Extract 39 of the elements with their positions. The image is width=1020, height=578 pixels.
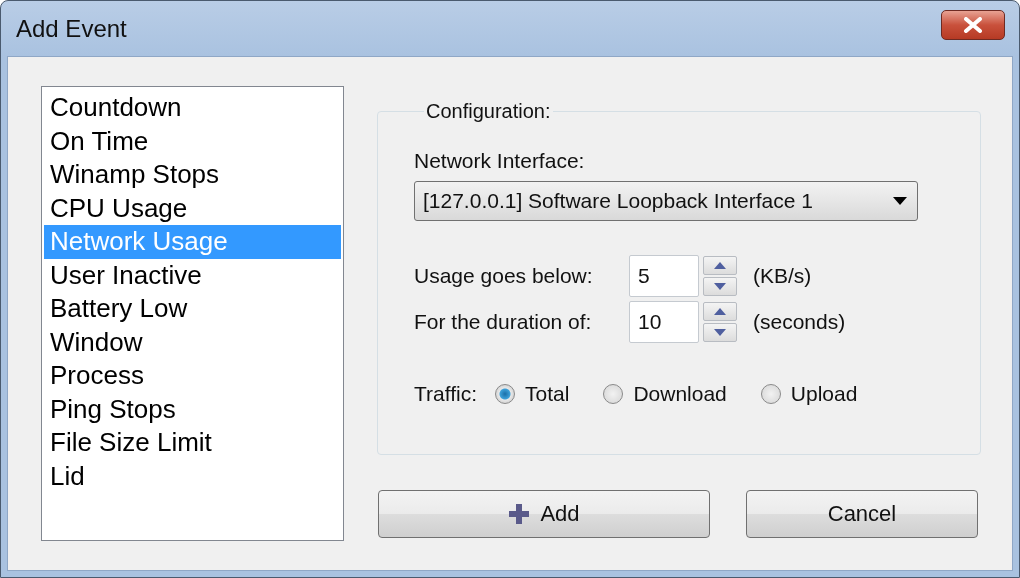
group-legend: Configuration: [424,100,553,123]
add-button[interactable]: Add [378,490,710,538]
number-field[interactable]: 5 [629,255,699,297]
spin-up-button[interactable] [703,256,737,275]
event-list-item[interactable]: File Size Limit [44,426,341,460]
up-arrow-icon [714,308,726,315]
spin-down-button[interactable] [703,323,737,342]
event-list-item[interactable]: Window [44,325,341,359]
field-label: Traffic: [414,382,477,406]
event-list-item[interactable]: Winamp Stops [44,158,341,192]
window-title: Add Event [16,14,127,43]
down-arrow-icon [714,283,726,290]
unit-label: (seconds) [753,310,846,334]
number-field[interactable]: 10 [629,301,699,343]
field-label: Network Interface: [414,149,586,173]
unit-label: (KB/s) [753,264,812,288]
up-arrow-icon [714,262,726,269]
field-label: Usage goes below: [414,264,594,288]
radio-option[interactable]: Download [603,382,727,406]
close-icon [963,16,983,33]
caret-icon [893,197,907,205]
event-list-item[interactable]: CPU Usage [44,191,341,225]
spin-down-button[interactable] [703,277,737,296]
down-arrow-icon [714,329,726,336]
radio-option[interactable]: Upload [760,382,858,406]
field-label: For the duration of: [414,310,593,334]
event-list-item[interactable]: Ping Stops [44,392,341,426]
cancel-button[interactable]: Cancel [746,490,978,538]
event-list-item[interactable]: Battery Low [44,292,341,326]
event-list-item[interactable]: Process [44,359,341,393]
event-list-item[interactable]: Lid [44,459,341,493]
event-list-item[interactable]: User Inactive [44,258,341,292]
interface-dropdown[interactable]: [127.0.0.1] Software Loopback Interface 1 [414,181,918,221]
spin-up-button[interactable] [703,302,737,321]
event-list-item[interactable]: On Time [44,124,341,158]
close-button[interactable] [941,9,1005,40]
event-list-item[interactable]: Countdown [44,91,341,125]
radio-option[interactable]: Total [495,382,570,406]
plus-icon [508,503,531,525]
